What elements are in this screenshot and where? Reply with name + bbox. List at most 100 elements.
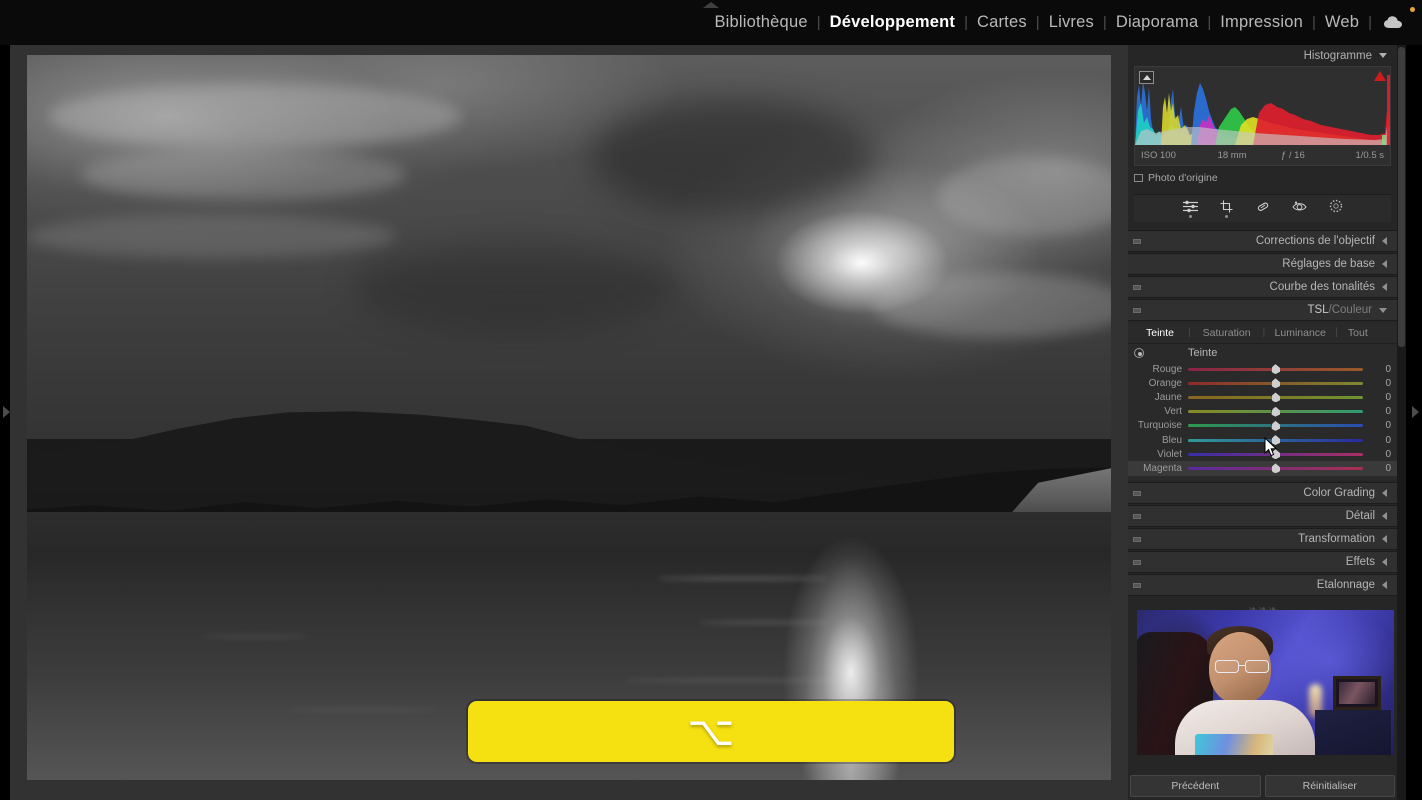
glasses-lens-right: [1245, 660, 1269, 673]
slider-track[interactable]: [1188, 420, 1363, 431]
slider-row-jaune[interactable]: Jaune 0: [1128, 390, 1397, 404]
basic-adjustments-tool[interactable]: [1182, 200, 1198, 218]
slider-track[interactable]: [1188, 406, 1363, 417]
slider-value[interactable]: 0: [1369, 449, 1395, 460]
section-enable-switch[interactable]: [1133, 559, 1141, 565]
module-bibliotheque[interactable]: Bibliothèque: [705, 13, 816, 32]
image-canvas[interactable]: ⌥: [10, 45, 1128, 800]
chevron-left-icon[interactable]: [1382, 534, 1387, 543]
slider-track[interactable]: [1188, 364, 1363, 375]
chevron-down-icon[interactable]: [1379, 307, 1387, 313]
slider-value[interactable]: 0: [1369, 406, 1395, 417]
target-adjustment-icon[interactable]: [1134, 348, 1144, 358]
slider-row-turquoise[interactable]: Turquoise 0: [1128, 419, 1397, 433]
chevron-left-icon[interactable]: [1382, 260, 1387, 268]
section-etalonnage[interactable]: Etalonnage: [1128, 573, 1397, 596]
histogram-title: Histogramme: [1303, 49, 1372, 62]
slider-value[interactable]: 0: [1369, 364, 1395, 375]
slider-row-orange[interactable]: Orange 0: [1128, 376, 1397, 390]
webcam-desk: [1315, 710, 1391, 755]
section-tsl-couleur[interactable]: TSL /Couleur: [1128, 299, 1397, 321]
slider-value[interactable]: 0: [1369, 463, 1395, 474]
expand-left-panel-arrow[interactable]: [3, 406, 10, 418]
water-ripple: [287, 707, 439, 711]
slider-value[interactable]: 0: [1369, 392, 1395, 403]
expand-right-panel-arrow[interactable]: [1412, 406, 1419, 418]
module-livres[interactable]: Livres: [1040, 13, 1103, 32]
photo-preview[interactable]: [27, 55, 1111, 780]
slider-value[interactable]: 0: [1369, 420, 1395, 431]
module-cartes[interactable]: Cartes: [968, 13, 1036, 32]
tab-tout[interactable]: Tout: [1338, 327, 1378, 339]
tab-teinte[interactable]: Teinte: [1132, 327, 1188, 339]
section-enable-switch[interactable]: [1133, 239, 1141, 244]
highlight-clipping-triangle-icon[interactable]: [1374, 71, 1386, 81]
healing-brush-icon: [1257, 202, 1268, 211]
module-impression[interactable]: Impression: [1211, 13, 1312, 32]
crop-tool[interactable]: [1220, 200, 1234, 218]
chevron-down-icon[interactable]: [1379, 53, 1387, 58]
scrollbar-thumb[interactable]: [1398, 47, 1405, 347]
slider-track[interactable]: [1188, 392, 1363, 403]
slider-knob[interactable]: [1271, 406, 1280, 417]
section-enable-switch[interactable]: [1133, 536, 1141, 542]
chevron-left-icon[interactable]: [1382, 511, 1387, 520]
chevron-left-icon[interactable]: [1382, 283, 1387, 291]
chevron-left-icon[interactable]: [1382, 237, 1387, 245]
shadow-clipping-indicator[interactable]: [1139, 71, 1154, 84]
slider-value[interactable]: 0: [1369, 378, 1395, 389]
slider-row-violet[interactable]: Violet 0: [1128, 447, 1397, 461]
module-developpement[interactable]: Développement: [821, 13, 964, 32]
cloud-icon[interactable]: [1384, 16, 1404, 29]
red-eye-tool[interactable]: [1291, 200, 1307, 217]
spot-removal-tool[interactable]: [1256, 200, 1270, 218]
slider-knob[interactable]: [1271, 392, 1280, 403]
checkbox-icon[interactable]: [1134, 174, 1143, 182]
section-enable-switch[interactable]: [1133, 285, 1141, 290]
slider-value[interactable]: 0: [1369, 435, 1395, 446]
slider-row-vert[interactable]: Vert 0: [1128, 405, 1397, 419]
slider-track[interactable]: [1188, 449, 1363, 460]
slider-row-magenta[interactable]: Magenta 0: [1128, 461, 1397, 476]
section-color-grading[interactable]: Color Grading: [1128, 481, 1397, 504]
chevron-left-icon[interactable]: [1382, 580, 1387, 589]
slider-track[interactable]: [1188, 435, 1363, 446]
reset-button[interactable]: Réinitialiser: [1264, 775, 1395, 797]
section-transformation[interactable]: Transformation: [1128, 527, 1397, 550]
slider-row-bleu[interactable]: Bleu 0: [1128, 433, 1397, 447]
section-reglages-de-base[interactable]: Réglages de base: [1128, 253, 1397, 275]
histogram-header[interactable]: Histogramme: [1128, 45, 1397, 66]
chevron-left-icon[interactable]: [1382, 557, 1387, 566]
masking-tool[interactable]: [1329, 199, 1343, 218]
section-enable-switch[interactable]: [1133, 582, 1141, 588]
section-enable-switch[interactable]: [1133, 490, 1141, 496]
webcam-shirt-print: [1195, 734, 1273, 755]
slider-knob[interactable]: [1271, 378, 1280, 389]
slider-track[interactable]: [1188, 378, 1363, 389]
slider-knob[interactable]: [1271, 463, 1280, 474]
slider-knob[interactable]: [1271, 364, 1280, 375]
previous-button[interactable]: Précédent: [1130, 775, 1261, 797]
tab-saturation[interactable]: Saturation: [1191, 327, 1263, 339]
slider-knob[interactable]: [1271, 420, 1280, 431]
section-corrections-objectif[interactable]: Corrections de l'objectif: [1128, 230, 1397, 252]
section-detail[interactable]: Détail: [1128, 504, 1397, 527]
section-enable-switch[interactable]: [1133, 513, 1141, 519]
slider-knob[interactable]: [1271, 435, 1280, 446]
histogram-panel[interactable]: ISO 100 18 mm ƒ / 16 1/0.5 s: [1134, 66, 1391, 166]
section-courbe-des-tonalites[interactable]: Courbe des tonalités: [1128, 276, 1397, 298]
section-enable-switch[interactable]: [1133, 308, 1141, 313]
right-panel-scrollbar[interactable]: [1397, 45, 1406, 800]
slider-track[interactable]: [1188, 463, 1363, 474]
tab-luminance[interactable]: Luminance: [1265, 327, 1335, 339]
collapse-top-arrow[interactable]: [703, 2, 719, 8]
cloud: [81, 149, 407, 200]
slider-knob[interactable]: [1271, 449, 1280, 460]
glasses-icon: [1215, 660, 1273, 673]
slider-row-rouge[interactable]: Rouge 0: [1128, 362, 1397, 376]
section-effets[interactable]: Effets: [1128, 550, 1397, 573]
chevron-left-icon[interactable]: [1382, 488, 1387, 497]
module-diaporama[interactable]: Diaporama: [1107, 13, 1208, 32]
module-web[interactable]: Web: [1316, 13, 1368, 32]
original-photo-toggle[interactable]: Photo d'origine: [1134, 170, 1391, 186]
